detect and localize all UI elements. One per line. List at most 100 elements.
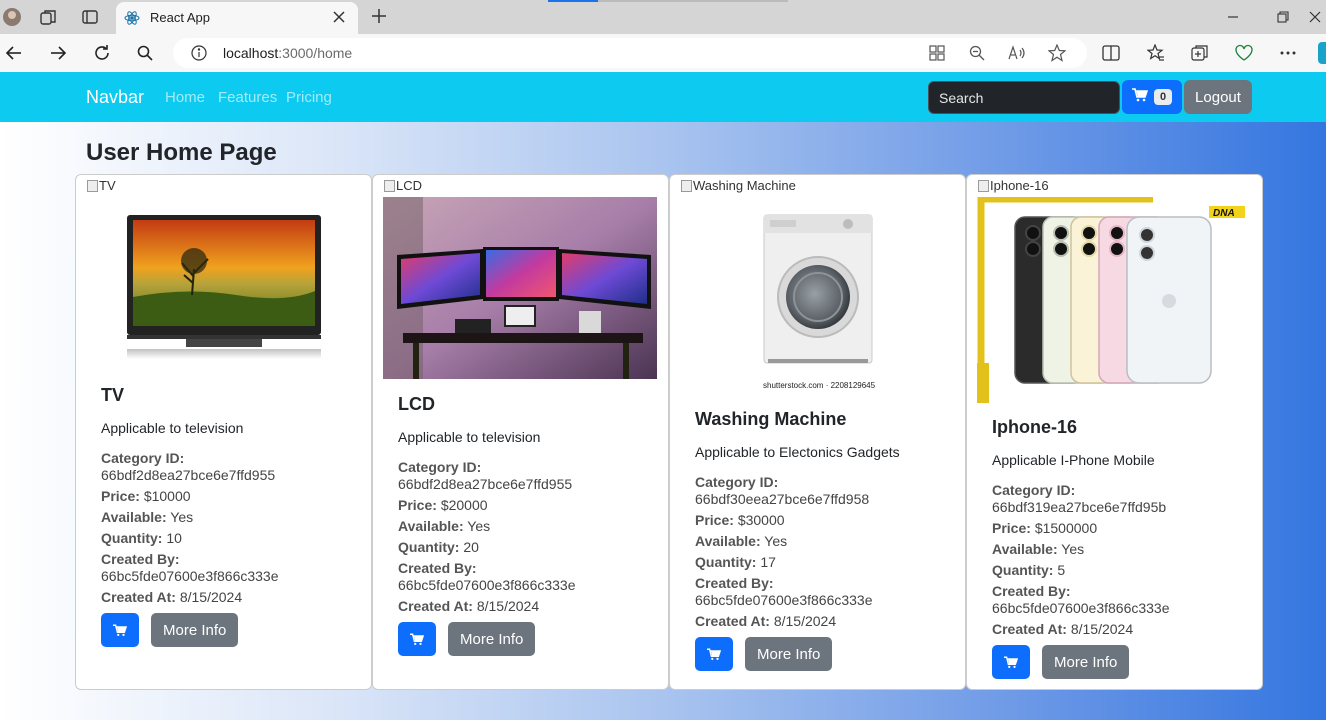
broken-image-icon — [384, 179, 395, 192]
more-info-button[interactable]: More Info — [151, 613, 239, 647]
product-image-tv — [86, 199, 360, 363]
product-card-tv: TV TV Applicable to television Category … — [75, 174, 372, 690]
favorites-icon[interactable] — [1145, 42, 1167, 64]
broken-image-icon — [87, 179, 98, 192]
card-body: TV Applicable to television Category ID:… — [101, 385, 361, 647]
forward-icon[interactable] — [46, 41, 70, 65]
browser-toolbar: localhost:3000/home — [0, 34, 1326, 72]
read-aloud-icon[interactable] — [1007, 43, 1027, 63]
minimize-icon[interactable] — [1222, 6, 1244, 28]
app-navbar: Navbar Home Features Pricing 0 Logout — [0, 72, 1326, 122]
product-image-iphone-16 — [977, 195, 1251, 403]
created-at: Created At: 8/15/2024 — [992, 621, 1134, 637]
tab-actions-icon[interactable] — [78, 5, 102, 29]
cart-icon — [113, 624, 127, 636]
dna-logo: DNA — [1213, 208, 1235, 219]
favorite-star-icon[interactable] — [1047, 43, 1067, 63]
tab-title: React App — [150, 10, 210, 25]
image-alt-text: Washing Machine — [681, 178, 796, 193]
search-icon[interactable] — [133, 41, 157, 65]
price: Price: $1500000 — [992, 520, 1098, 536]
category-id: Category ID: 66bdf30eea27bce6e7ffd958 — [695, 474, 870, 507]
copilot-icon[interactable] — [1318, 42, 1326, 64]
site-info-icon[interactable] — [191, 45, 207, 61]
price: Price: $20000 — [398, 497, 488, 513]
category-id: Category ID: 66bdf2d8ea27bce6e7ffd955 — [101, 450, 276, 483]
quantity: Quantity: 17 — [695, 554, 776, 570]
nav-link-pricing[interactable]: Pricing — [286, 89, 332, 106]
created-by: Created By: 66bc5fde07600e3f866c333e — [695, 575, 873, 608]
new-tab-icon[interactable] — [368, 5, 390, 27]
availability: Available: Yes — [992, 541, 1085, 557]
image-alt-text: Iphone-16 — [978, 178, 1049, 193]
card-body: Washing Machine Applicable to Electonics… — [695, 409, 955, 671]
add-to-cart-button[interactable] — [101, 613, 139, 647]
url-host: localhost — [223, 45, 279, 61]
card-body: LCD Applicable to television Category ID… — [398, 394, 658, 656]
page-title: User Home Page — [86, 139, 277, 166]
card-title: TV — [101, 385, 125, 405]
card-body: Iphone-16 Applicable I-Phone Mobile Cate… — [992, 417, 1252, 679]
product-card-lcd: LCD LCD Applicable to television Categor… — [372, 174, 669, 690]
browser-essentials-icon[interactable] — [1233, 42, 1255, 64]
more-info-button[interactable]: More Info — [1042, 645, 1130, 679]
cart-count-badge: 0 — [1154, 89, 1173, 105]
search-input[interactable] — [928, 81, 1120, 114]
availability: Available: Yes — [695, 533, 788, 549]
collections-icon[interactable] — [1189, 42, 1211, 64]
created-at: Created At: 8/15/2024 — [695, 613, 837, 629]
broken-image-icon — [978, 179, 989, 192]
refresh-icon[interactable] — [90, 41, 114, 65]
more-info-button[interactable]: More Info — [745, 637, 833, 671]
card-description: Applicable I-Phone Mobile — [992, 452, 1155, 468]
availability: Available: Yes — [398, 518, 491, 534]
more-menu-icon[interactable] — [1277, 42, 1299, 64]
category-id: Category ID: 66bdf319ea27bce6e7ffd95b — [992, 482, 1167, 515]
more-info-button[interactable]: More Info — [448, 622, 536, 656]
price: Price: $10000 — [101, 488, 191, 504]
add-to-cart-button[interactable] — [992, 645, 1030, 679]
workspaces-icon[interactable] — [36, 5, 60, 29]
card-description: Applicable to television — [398, 429, 541, 445]
price: Price: $30000 — [695, 512, 785, 528]
app-available-icon[interactable] — [927, 43, 947, 63]
logout-button[interactable]: Logout — [1184, 80, 1252, 114]
cart-icon — [1132, 87, 1149, 107]
card-title: LCD — [398, 394, 435, 414]
image-alt-text: TV — [87, 178, 116, 193]
nav-link-home[interactable]: Home — [165, 89, 205, 106]
availability: Available: Yes — [101, 509, 194, 525]
created-by: Created By: 66bc5fde07600e3f866c333e — [992, 583, 1170, 616]
created-by: Created By: 66bc5fde07600e3f866c333e — [101, 551, 279, 584]
zoom-icon[interactable] — [967, 43, 987, 63]
nav-link-features[interactable]: Features — [218, 89, 277, 106]
cart-icon — [410, 633, 424, 645]
address-bar[interactable]: localhost:3000/home — [173, 38, 1087, 68]
split-screen-icon[interactable] — [1100, 42, 1122, 64]
card-title: Iphone-16 — [992, 417, 1078, 437]
product-card-washing-machine: Washing Machine shutterstock.com · 22081… — [669, 174, 966, 690]
restore-icon[interactable] — [1272, 6, 1294, 28]
cart-icon — [707, 648, 721, 660]
url-path: :3000/home — [278, 45, 353, 61]
quantity: Quantity: 5 — [992, 562, 1066, 578]
quantity: Quantity: 20 — [398, 539, 479, 555]
react-logo-icon — [124, 10, 140, 26]
add-to-cart-button[interactable] — [695, 637, 733, 671]
card-description: Applicable to Electonics Gadgets — [695, 444, 900, 460]
close-tab-icon[interactable] — [330, 8, 348, 26]
watermark-text: shutterstock.com · 2208129645 — [763, 381, 876, 390]
cart-button[interactable]: 0 — [1122, 80, 1182, 114]
cart-icon — [1004, 656, 1018, 668]
add-to-cart-button[interactable] — [398, 622, 436, 656]
profile-avatar-icon[interactable] — [0, 5, 24, 29]
product-image-washing-machine — [680, 199, 954, 397]
back-icon[interactable] — [2, 41, 26, 65]
card-title: Washing Machine — [695, 409, 847, 429]
tab-react-app[interactable]: React App — [116, 2, 358, 34]
url-text: localhost:3000/home — [223, 45, 352, 61]
close-window-icon[interactable] — [1304, 6, 1326, 28]
product-image-lcd — [383, 197, 657, 379]
navbar-brand[interactable]: Navbar — [86, 87, 144, 108]
image-alt-text: LCD — [384, 178, 422, 193]
